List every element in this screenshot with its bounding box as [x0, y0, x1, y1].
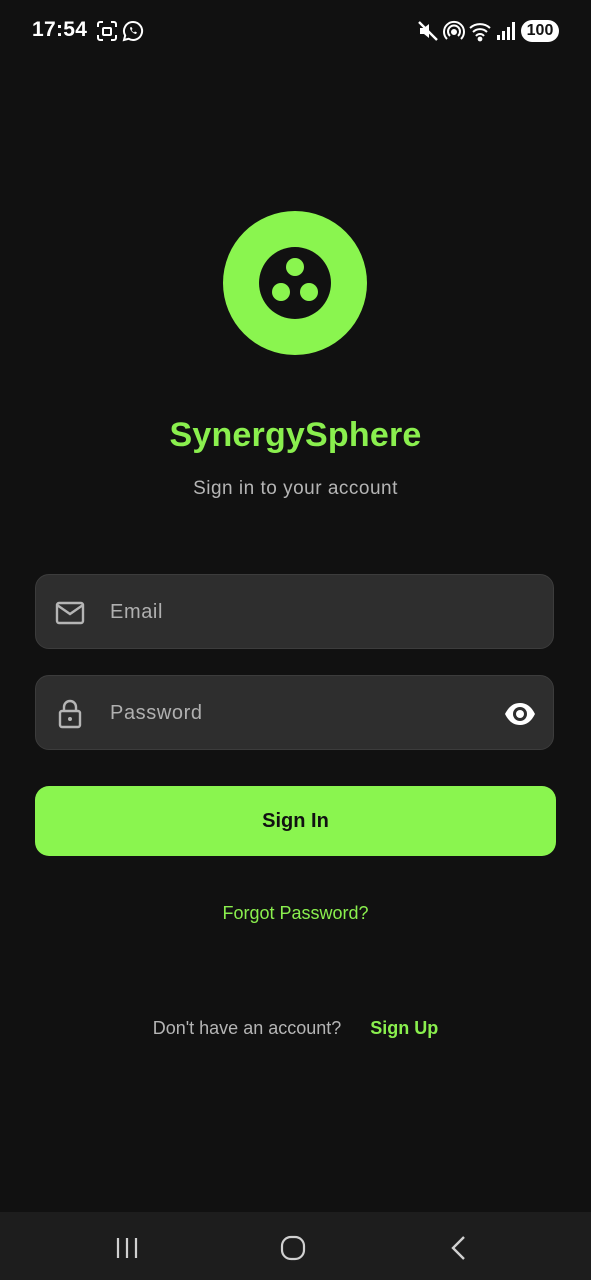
- signal-icon: [496, 19, 520, 43]
- navigation-bar: [0, 1212, 591, 1280]
- wifi-icon: [468, 19, 492, 43]
- email-input[interactable]: [110, 593, 490, 631]
- mute-icon: [416, 19, 440, 43]
- whatsapp-icon: [121, 19, 145, 43]
- status-time: 17:54: [32, 18, 88, 41]
- hotspot-icon: [442, 19, 466, 43]
- battery-indicator: 100: [521, 20, 559, 42]
- home-icon[interactable]: [277, 1232, 309, 1264]
- email-field[interactable]: [35, 574, 554, 649]
- signup-prompt: Don't have an account?: [152, 1018, 342, 1038]
- screenshot-icon: [95, 19, 119, 43]
- forgot-password-link[interactable]: Forgot Password?: [0, 903, 591, 924]
- app-logo: [223, 211, 367, 355]
- mail-icon: [54, 597, 86, 629]
- status-bar: 17:54 100: [0, 0, 591, 62]
- sign-up-link[interactable]: Sign Up: [370, 1018, 438, 1038]
- recents-icon[interactable]: [111, 1232, 143, 1264]
- password-field[interactable]: [35, 675, 554, 750]
- password-input[interactable]: [110, 694, 490, 732]
- signup-row: Don't have an account? Sign Up: [0, 1018, 591, 1039]
- lock-icon: [54, 698, 86, 730]
- app-title: SynergySphere: [169, 416, 422, 454]
- back-icon[interactable]: [443, 1232, 475, 1264]
- eye-icon[interactable]: [503, 698, 537, 730]
- sign-in-subtitle: Sign in to your account: [193, 478, 398, 499]
- sign-in-button[interactable]: Sign In: [35, 786, 556, 856]
